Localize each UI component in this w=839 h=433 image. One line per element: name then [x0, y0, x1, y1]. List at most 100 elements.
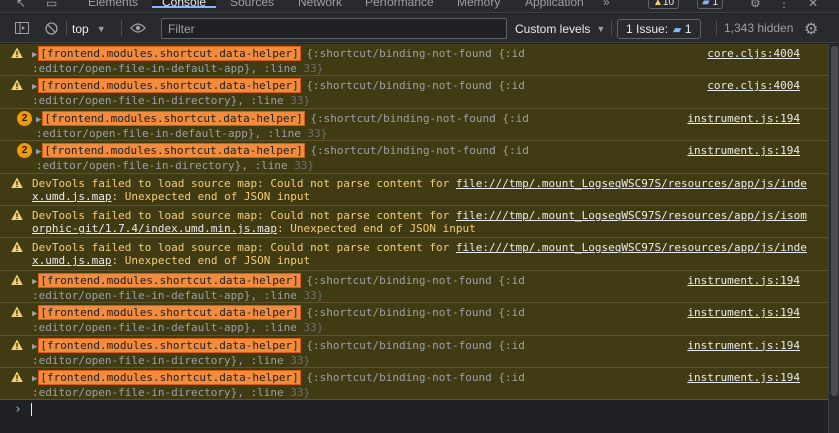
- devtools-tab-bar: ↖ ▭ Elements Console Sources Network Per…: [0, 0, 839, 13]
- source-map-link[interactable]: file:///tmp/.mount_LogseqWSC97S/resource…: [456, 241, 807, 254]
- source-map-link[interactable]: file:///tmp/.mount_LogseqWSC97S/resource…: [456, 209, 807, 222]
- source-map-link-cont[interactable]: x.umd.js.map: [32, 190, 111, 203]
- warning-icon: [11, 209, 23, 220]
- console-warning-message[interactable]: 2 ▶ [frontend.modules.shortcut.data-helper…: [0, 108, 828, 142]
- message-object-cont: :editor/open-file-in-directory}: [32, 385, 238, 399]
- console-prompt[interactable]: ›: [0, 401, 828, 433]
- issues-label: 1 Issue:: [626, 22, 669, 36]
- device-toolbar-icon[interactable]: ▭: [46, 0, 57, 10]
- warning-icon: ▲: [653, 0, 663, 8]
- expand-triangle-icon[interactable]: ▶: [32, 309, 37, 319]
- chevron-down-icon: ▼: [596, 24, 606, 34]
- warning-icon: [11, 306, 23, 318]
- expand-triangle-icon[interactable]: ▶: [32, 374, 37, 384]
- namespace-tag: [frontend.modules.shortcut.data-helper]: [38, 369, 301, 385]
- message-text: ▶ [frontend.modules.shortcut.data-helper]…: [32, 46, 810, 75]
- source-link[interactable]: core.cljs:4004: [707, 79, 800, 92]
- message-object[interactable]: {:shortcut/binding-not-found {:id: [310, 144, 529, 157]
- console-scrollbar[interactable]: [828, 44, 839, 433]
- tab-performance[interactable]: Performance: [365, 0, 434, 9]
- more-tabs-button[interactable]: »: [603, 0, 610, 9]
- console-warning-message[interactable]: ▶ [frontend.modules.shortcut.data-helper]…: [0, 270, 828, 304]
- tab-console[interactable]: Console: [152, 0, 217, 9]
- issues-count: 1: [684, 22, 692, 36]
- console-warning-message[interactable]: ▶ [frontend.modules.shortcut.data-helper]…: [0, 76, 828, 109]
- text-cursor: [31, 403, 32, 416]
- namespace-tag: [frontend.modules.shortcut.data-helper]: [42, 110, 305, 126]
- filter-input[interactable]: [161, 18, 507, 39]
- source-link[interactable]: core.cljs:4004: [707, 47, 800, 60]
- console-warning-sourcemap[interactable]: DevTools failed to load source map: Coul…: [0, 238, 828, 271]
- tab-elements[interactable]: Elements: [88, 0, 138, 9]
- message-icon: ▰: [702, 0, 710, 8]
- source-map-link-cont[interactable]: x.umd.js.map: [32, 254, 111, 267]
- inspect-element-icon[interactable]: ↖: [16, 0, 26, 10]
- line-keyword: , :line: [250, 62, 304, 75]
- message-object[interactable]: {:shortcut/binding-not-found {:id: [306, 79, 525, 92]
- warning-icon: [11, 241, 23, 253]
- console-warning-message[interactable]: ▶ [frontend.modules.shortcut.data-helper]…: [0, 335, 828, 368]
- namespace-tag: [frontend.modules.shortcut.data-helper]: [38, 337, 301, 353]
- message-object[interactable]: {:shortcut/binding-not-found {:id: [310, 112, 529, 125]
- console-warning-message[interactable]: ▶ [frontend.modules.shortcut.data-helper]…: [0, 367, 828, 401]
- message-text: DevTools failed to load source map: Coul…: [32, 209, 810, 235]
- source-link[interactable]: instrument.js:194: [687, 371, 800, 384]
- message-object[interactable]: {:shortcut/binding-not-found {:id: [306, 339, 525, 352]
- message-object[interactable]: {:shortcut/binding-not-found {:id: [306, 371, 525, 384]
- message-object[interactable]: {:shortcut/binding-not-found {:id: [306, 47, 525, 60]
- expand-triangle-icon[interactable]: ▶: [32, 277, 37, 287]
- message-prefix: DevTools failed to load source map: Coul…: [32, 208, 456, 222]
- console-settings-gear-icon[interactable]: ⚙: [804, 19, 818, 38]
- warning-icon: [11, 177, 23, 188]
- message-object[interactable]: {:shortcut/binding-not-found {:id: [306, 274, 525, 287]
- line-keyword: , :line: [250, 321, 304, 335]
- console-warning-message[interactable]: ▶ [frontend.modules.shortcut.data-helper]…: [0, 44, 828, 77]
- clear-console-icon[interactable]: [42, 19, 60, 37]
- source-link[interactable]: instrument.js:194: [687, 306, 800, 319]
- expand-triangle-icon[interactable]: ▶: [32, 50, 37, 60]
- repeat-count-badge: 2: [17, 143, 32, 159]
- context-label: top: [72, 22, 89, 36]
- issues-button[interactable]: 1 Issue: ▰ 1: [617, 19, 701, 39]
- warning-count-badge[interactable]: ▲10: [648, 0, 680, 9]
- namespace-tag: [frontend.modules.shortcut.data-helper]: [42, 143, 305, 159]
- line-number: 33}: [303, 321, 324, 335]
- source-link[interactable]: instrument.js:194: [687, 339, 800, 352]
- expand-triangle-icon[interactable]: ▶: [32, 342, 37, 352]
- message-text: DevTools failed to load source map: Coul…: [32, 241, 810, 267]
- source-link[interactable]: instrument.js:194: [687, 144, 800, 157]
- source-map-link[interactable]: file:///tmp/.mount_LogseqWSC97S/resource…: [456, 177, 807, 190]
- toolbar-divider: [121, 20, 122, 36]
- message-text: ▶ [frontend.modules.shortcut.data-helper]…: [32, 78, 810, 107]
- console-warning-sourcemap[interactable]: DevTools failed to load source map: Coul…: [0, 205, 828, 239]
- tab-sources[interactable]: Sources: [230, 0, 274, 9]
- close-devtools-icon[interactable]: ✕: [808, 0, 818, 10]
- message-object[interactable]: {:shortcut/binding-not-found {:id: [306, 306, 525, 319]
- console-messages: ▶ [frontend.modules.shortcut.data-helper]…: [0, 44, 828, 433]
- log-levels-dropdown[interactable]: Custom levels ▼: [515, 20, 605, 38]
- tab-memory[interactable]: Memory: [457, 0, 500, 9]
- expand-triangle-icon[interactable]: ▶: [36, 115, 41, 125]
- console-warning-message[interactable]: ▶ [frontend.modules.shortcut.data-helper]…: [0, 303, 828, 336]
- console-warning-message[interactable]: 2 ▶ [frontend.modules.shortcut.data-helper…: [0, 141, 828, 174]
- console-warning-sourcemap[interactable]: DevTools failed to load source map: Coul…: [0, 173, 828, 206]
- source-link[interactable]: instrument.js:194: [687, 112, 800, 125]
- more-options-icon[interactable]: ⋮: [778, 0, 790, 10]
- show-sidebar-icon[interactable]: [12, 19, 32, 37]
- log-levels-label: Custom levels: [515, 22, 591, 36]
- live-expression-eye-icon[interactable]: [127, 19, 149, 37]
- namespace-tag: [frontend.modules.shortcut.data-helper]: [38, 78, 301, 94]
- expand-triangle-icon[interactable]: ▶: [36, 147, 41, 157]
- tab-application[interactable]: Application: [525, 0, 584, 9]
- context-selector[interactable]: top ▼: [72, 20, 106, 38]
- line-number: 33}: [303, 62, 324, 75]
- message-object-cont: :editor/open-file-in-directory}: [32, 353, 238, 367]
- expand-triangle-icon[interactable]: ▶: [32, 82, 37, 92]
- scrollbar-thumb[interactable]: [831, 46, 838, 396]
- source-map-link-cont[interactable]: orphic-git/1.7.4/index.umd.min.js.map: [32, 222, 277, 235]
- settings-gear-icon[interactable]: ⚙: [750, 0, 761, 10]
- warning-icon: [11, 47, 23, 58]
- message-count-badge[interactable]: ▰ 1: [697, 0, 724, 9]
- source-link[interactable]: instrument.js:194: [687, 274, 800, 287]
- tab-network[interactable]: Network: [298, 0, 342, 9]
